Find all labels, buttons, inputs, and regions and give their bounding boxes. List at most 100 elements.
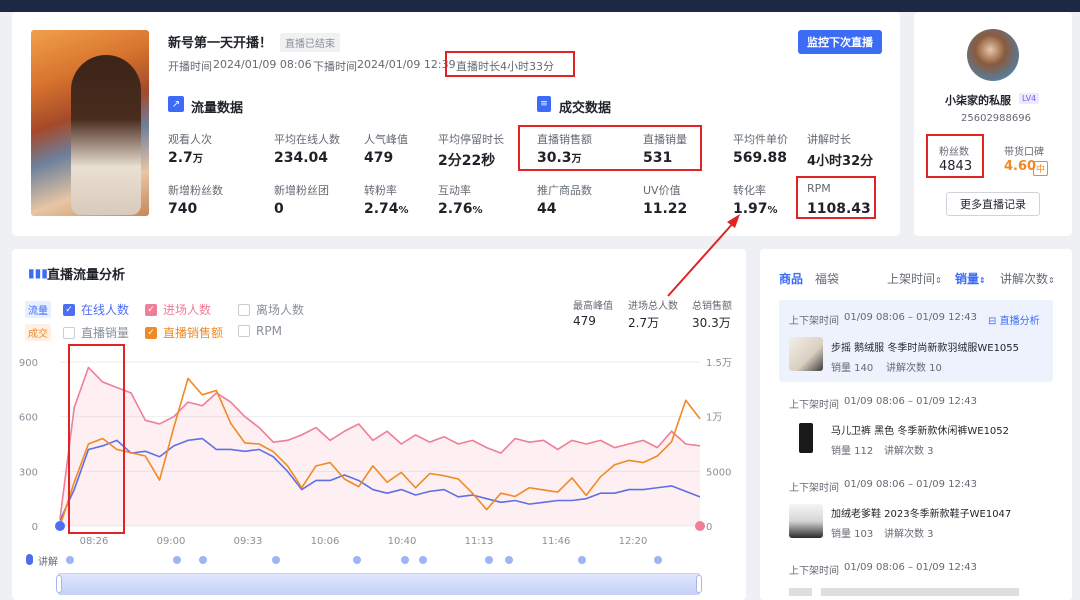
sort-explain-count[interactable]: 讲解次数⇕ <box>1000 270 1055 287</box>
legend-rpm[interactable]: RPM <box>238 324 282 338</box>
x-tick-label: 10:40 <box>388 536 417 547</box>
metric-label: 新增粉丝数 <box>168 184 223 197</box>
y-right-tick-label: 0 <box>706 522 712 533</box>
range-slider[interactable] <box>58 573 700 595</box>
analysis-link-label: 直播分析 <box>999 316 1040 327</box>
flow-line-chart[interactable]: 0 300 600 900 0 5000 1万 1.5万 08:26 09:00 09:33 10:0… <box>12 350 746 600</box>
x-tick-label: 09:00 <box>157 536 186 547</box>
sort-arrows-icon: ⇕ <box>979 276 986 285</box>
end-time-label: 下播时间 <box>313 60 357 73</box>
pants-image <box>799 423 813 453</box>
x-tick-label: 09:33 <box>234 536 263 547</box>
avatar[interactable] <box>967 29 1019 81</box>
live-status-badge: 直播已结束 <box>280 33 340 52</box>
y-right-tick-label: 1万 <box>706 413 722 424</box>
end-marker-icon <box>695 521 705 531</box>
metric-label: 平均件单价 <box>733 133 788 146</box>
metric-value: 4小时32分 <box>807 154 874 169</box>
fans-label: 粉丝数 <box>939 147 969 158</box>
product-thumbnail[interactable] <box>789 421 823 455</box>
sort-shelf-time[interactable]: 上架时间⇕ <box>887 270 942 287</box>
product-thumbnail[interactable] <box>789 504 823 538</box>
sort-sales[interactable]: 销量⇕ <box>955 270 986 287</box>
metric-value: 2.74% <box>364 201 409 217</box>
product-item-partial[interactable] <box>789 588 1019 596</box>
product-time-label: 上下架时间 <box>789 400 839 411</box>
metric-value: 11.22 <box>643 201 688 217</box>
legend-sales-count[interactable]: 直播销量 <box>63 324 129 341</box>
live-cover-image[interactable] <box>31 30 149 216</box>
metric-label: 互动率 <box>438 184 471 197</box>
y-left-tick-label: 0 <box>32 522 38 533</box>
explain-label: 讲解 <box>38 557 58 568</box>
product-time: 01/09 08:06 – 01/09 12:43 <box>844 562 977 573</box>
metric-label: 转化率 <box>733 184 766 197</box>
checkbox-checked-icon: ✓ <box>145 326 157 339</box>
sort-arrows-icon: ⇕ <box>1048 276 1055 285</box>
group-tag-deal: 成交 <box>25 324 51 341</box>
more-live-records-button[interactable]: 更多直播记录 <box>946 192 1040 216</box>
legend-label: 在线人数 <box>81 303 130 317</box>
product-thumbnail[interactable] <box>789 337 823 371</box>
tab-products[interactable]: 商品 <box>779 270 803 287</box>
product-title[interactable]: 马儿卫裤 黑色 冬季新款休闲裤WE1052 <box>831 422 1009 437</box>
product-sales: 销量 112 <box>831 446 874 457</box>
slider-handle-right[interactable] <box>696 575 702 593</box>
traffic-icon: ↗ <box>168 96 184 112</box>
checkbox-empty-icon <box>238 325 250 337</box>
legend-label: RPM <box>256 324 282 338</box>
product-time-label: 上下架时间 <box>789 316 839 327</box>
metric-label: 新增粉丝团 <box>274 184 329 197</box>
x-tick-label: 11:13 <box>465 536 494 547</box>
legend-leave[interactable]: 离场人数 <box>238 301 304 318</box>
explain-dot <box>505 556 513 564</box>
metric-value: 1108.43 <box>807 201 871 217</box>
tab-lucky-bag[interactable]: 福袋 <box>815 270 839 287</box>
start-marker-icon <box>55 521 65 531</box>
sort-arrows-icon: ⇕ <box>935 276 942 285</box>
live-title: 新号第一天开播！ <box>168 36 273 51</box>
legend-label: 进场人数 <box>163 303 212 317</box>
legend-sales-amount[interactable]: ✓ 直播销售额 <box>145 324 223 341</box>
sort-label: 上架时间 <box>887 272 936 286</box>
x-tick-label: 10:06 <box>311 536 340 547</box>
monitor-next-live-button[interactable]: 监控下次直播 <box>798 30 882 54</box>
group-tag-traffic: 流量 <box>25 301 51 318</box>
legend-label: 直播销售额 <box>163 326 224 340</box>
fans-value: 4843 <box>939 159 973 174</box>
sort-label: 销量 <box>955 272 980 286</box>
explain-dot <box>485 556 493 564</box>
legend-online[interactable]: ✓ 在线人数 <box>63 301 129 318</box>
product-title[interactable]: 加绒老爹鞋 2023冬季新款鞋子WE1047 <box>831 505 1011 520</box>
reputation-tag: 中 <box>1033 161 1049 176</box>
metric-value: 569.88 <box>733 150 788 166</box>
explain-dot <box>199 556 207 564</box>
level-badge: LV4 <box>1019 93 1040 104</box>
analysis-icon: ▮▮▮ <box>28 266 48 280</box>
slider-handle-left[interactable] <box>56 575 62 593</box>
explain-dot <box>654 556 662 564</box>
summary-label: 进场总人数 <box>628 301 678 312</box>
metric-value: 740 <box>168 201 198 217</box>
cover-figure <box>71 55 141 215</box>
traffic-section-title: 流量数据 <box>191 101 244 116</box>
explain-dot <box>173 556 181 564</box>
product-time-label: 上下架时间 <box>789 483 839 494</box>
product-title[interactable]: 步摇 鹅绒服 冬季时尚新款羽绒服WE1055 <box>831 339 1019 354</box>
end-time-value: 2024/01/09 12:39 <box>357 58 456 71</box>
summary-label: 最高峰值 <box>573 301 613 312</box>
metric-value: 2.76% <box>438 201 483 217</box>
legend-enter[interactable]: ✓ 进场人数 <box>145 301 211 318</box>
start-time-label: 开播时间 <box>168 60 212 73</box>
product-time: 01/09 08:06 – 01/09 12:43 <box>844 479 977 490</box>
metric-label: 讲解时长 <box>807 133 851 146</box>
x-tick-label: 12:20 <box>619 536 648 547</box>
profile-id: 25602988696 <box>961 113 1031 124</box>
metric-label: 平均停留时长 <box>438 133 504 146</box>
product-explains: 讲解次数 3 <box>884 446 934 457</box>
metric-label: 推广商品数 <box>537 184 592 197</box>
analysis-link[interactable]: ⊟ 直播分析 <box>988 312 1040 327</box>
checkbox-checked-icon: ✓ <box>63 303 75 316</box>
product-sales: 销量 140 <box>831 363 874 374</box>
metric-value: 479 <box>364 150 394 166</box>
